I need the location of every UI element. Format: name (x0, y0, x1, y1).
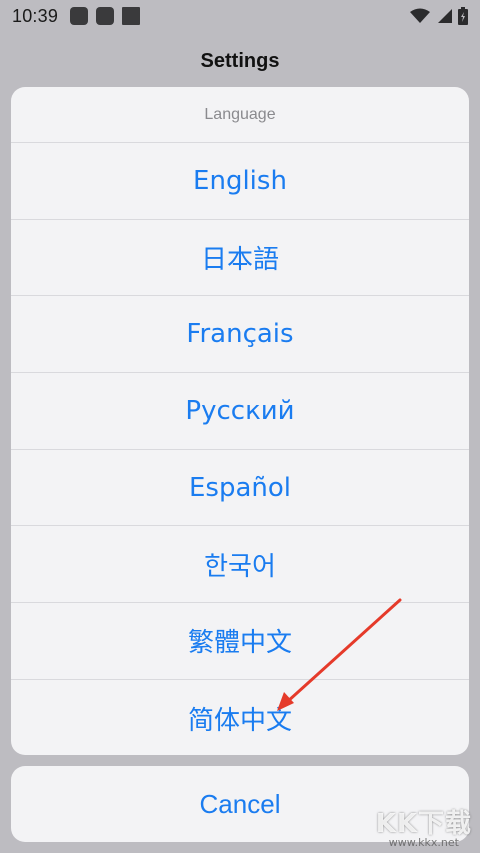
option-label: 繁體中文 (187, 628, 292, 659)
language-option-simplified-chinese[interactable]: 简体中文 (11, 680, 469, 755)
option-label: Русский (185, 395, 295, 426)
battery-icon (458, 7, 468, 25)
notification-icon (70, 7, 89, 25)
language-option-traditional-chinese[interactable]: 繁體中文 (11, 603, 469, 680)
watermark-text: KK下载 (375, 809, 472, 839)
language-action-sheet: Language English 日本語 Français Русский Es… (11, 87, 469, 755)
status-icons (410, 7, 468, 25)
status-bar: 10:39 (0, 0, 480, 32)
watermark-sub: www.kkx.net (388, 836, 459, 849)
option-label: 한국어 (204, 551, 276, 582)
status-time: 10:39 (12, 5, 59, 26)
signal-icon (438, 9, 452, 23)
option-label: Español (188, 472, 292, 503)
notification-icon (96, 7, 115, 25)
watermark-logo: KK下载 www.kkx.net (376, 803, 472, 849)
language-option-japanese[interactable]: 日本語 (11, 220, 469, 297)
option-label: 简体中文 (187, 705, 292, 736)
notification-icon (122, 7, 141, 25)
option-label: English (193, 165, 287, 196)
option-label: 日本語 (200, 245, 279, 276)
page-title: Settings (200, 49, 280, 72)
language-option-english[interactable]: English (11, 143, 469, 220)
nav-bar: Settings (0, 32, 480, 90)
cancel-label: Cancel (199, 788, 281, 819)
language-option-korean[interactable]: 한국어 (11, 526, 469, 604)
sheet-title: Language (204, 105, 276, 123)
language-option-russian[interactable]: Русский (11, 373, 469, 450)
language-option-french[interactable]: Français (11, 296, 469, 374)
wifi-icon (410, 8, 430, 23)
language-option-spanish[interactable]: Español (11, 450, 469, 527)
sheet-header: Language (11, 87, 469, 143)
option-label: Français (186, 319, 294, 350)
